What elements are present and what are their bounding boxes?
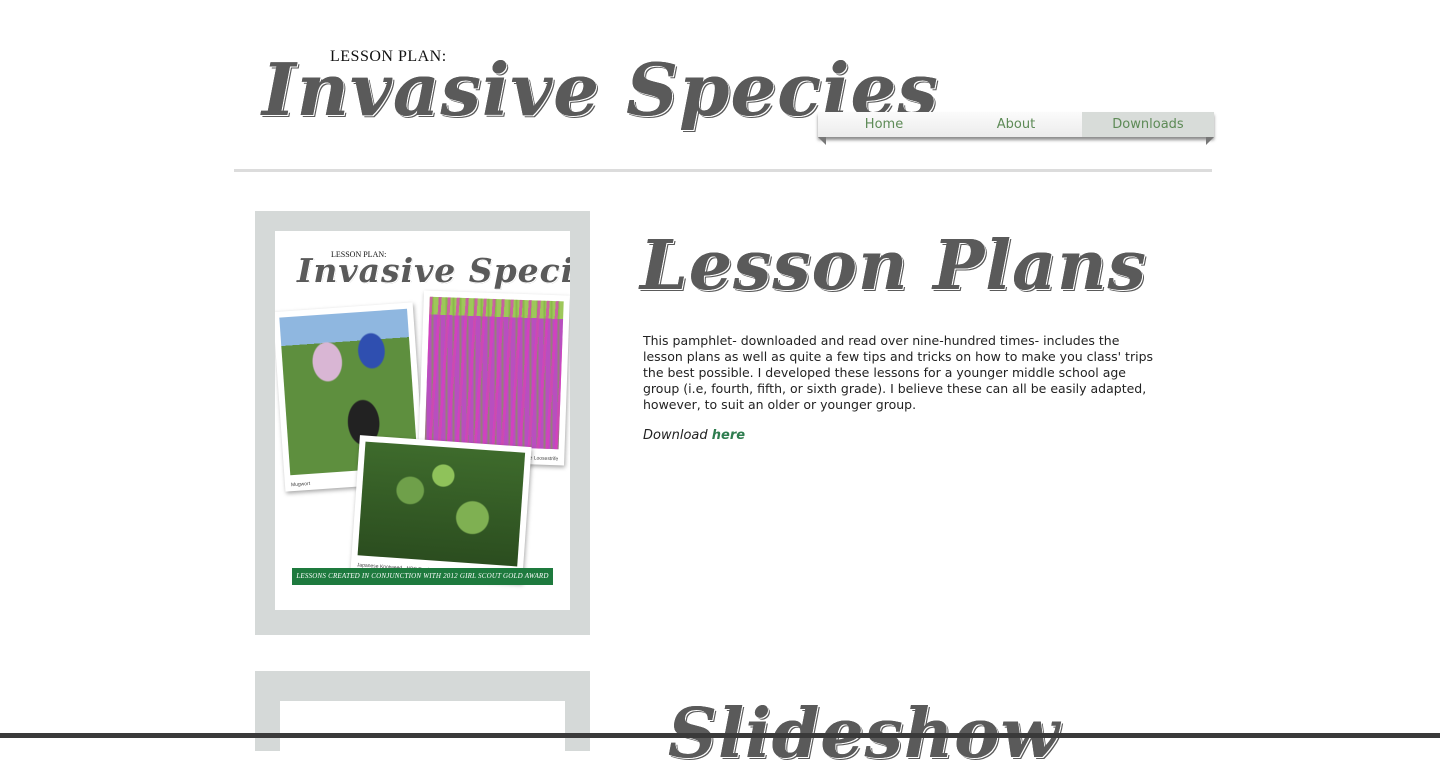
section-description: This pamphlet- downloaded and read over … [643,333,1154,412]
nav-item-home[interactable]: Home [818,112,950,137]
nav-ribbon-fold-right [1206,137,1214,145]
slideshow-thumbnail-frame [255,671,590,761]
cover-banner: LESSONS CREATED IN CONJUNCTION WITH 2012… [292,568,553,585]
photo-loosestrife-image [424,296,564,450]
nav-item-downloads[interactable]: Downloads [1082,112,1214,137]
nav-item-about[interactable]: About [950,112,1082,137]
lesson-plan-cover-image[interactable]: LESSON PLAN: Invasive Species Mugwort Pu… [275,231,570,610]
lesson-plan-thumbnail-frame: LESSON PLAN: Invasive Species Mugwort Pu… [255,211,590,635]
download-prefix: Download [643,428,712,443]
slideshow-thumbnail-image[interactable] [280,701,565,761]
main-nav: Home About Downloads [818,112,1214,137]
download-link[interactable]: here [712,428,745,443]
bottom-bar [0,733,1440,738]
download-line: Download here [643,428,745,443]
photo-caption-mugwort: Mugwort [290,480,311,489]
cover-title: Invasive Species [297,251,570,290]
nav-ribbon-fold-left [818,137,826,145]
section-title: Lesson Plans [640,226,1147,306]
header-divider [234,169,1212,172]
photo-knotweed-image [357,441,526,567]
photo-purple-loosestrife: Purple Loosestrife [418,290,570,466]
photo-japanese-knotweed: Japanese Knotweed - NPS Exotic Plant Man… [350,435,532,583]
